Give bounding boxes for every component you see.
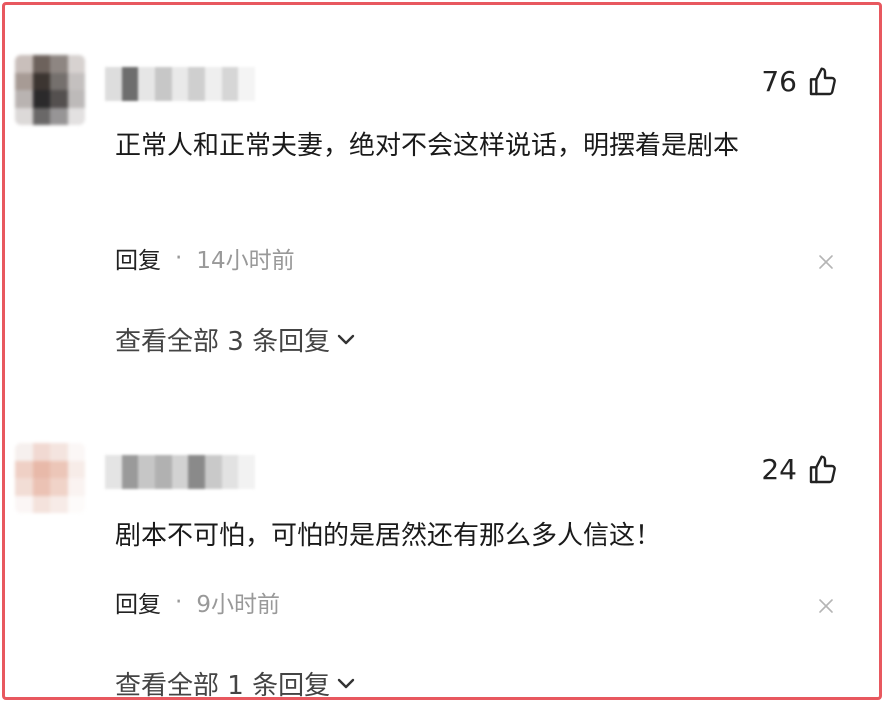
- thumbs-up-icon[interactable]: [807, 66, 839, 98]
- comment-text: 正常人和正常夫妻，绝对不会这样说话，明摆着是剧本: [115, 131, 740, 161]
- username-blurred[interactable]: [105, 455, 255, 489]
- comment-meta: 回复 · 14小时前: [115, 241, 295, 275]
- thumbs-up-icon[interactable]: [807, 454, 839, 486]
- username-blurred[interactable]: [105, 67, 255, 101]
- reply-button[interactable]: 回复: [115, 241, 161, 275]
- like-area[interactable]: 76: [761, 65, 839, 98]
- view-all-replies-button[interactable]: 查看全部 3 条回复: [115, 321, 356, 358]
- like-count: 76: [761, 65, 797, 98]
- chevron-down-icon: [337, 334, 355, 344]
- comment-meta: 回复 · 9小时前: [115, 585, 280, 619]
- comment-list: 76 正常人和正常夫妻，绝对不会这样说话，明摆着是剧本 回复 · 14小时前 查…: [2, 2, 882, 700]
- timestamp: 9小时前: [196, 592, 280, 618]
- meta-separator: ·: [175, 589, 183, 615]
- view-replies-label: 查看全部 3 条回复: [115, 327, 331, 357]
- meta-separator: ·: [175, 245, 183, 271]
- chevron-down-icon: [337, 678, 355, 688]
- view-all-replies-button[interactable]: 查看全部 1 条回复: [115, 665, 356, 700]
- view-replies-label: 查看全部 1 条回复: [115, 671, 331, 700]
- like-area[interactable]: 24: [761, 453, 839, 486]
- close-icon[interactable]: [817, 253, 835, 271]
- avatar[interactable]: [15, 443, 85, 513]
- avatar[interactable]: [15, 55, 85, 125]
- reply-button[interactable]: 回复: [115, 585, 161, 619]
- timestamp: 14小时前: [196, 248, 295, 274]
- close-icon[interactable]: [817, 597, 835, 615]
- like-count: 24: [761, 453, 797, 486]
- comment-text: 剧本不可怕，可怕的是居然还有那么多人信这！: [115, 521, 662, 551]
